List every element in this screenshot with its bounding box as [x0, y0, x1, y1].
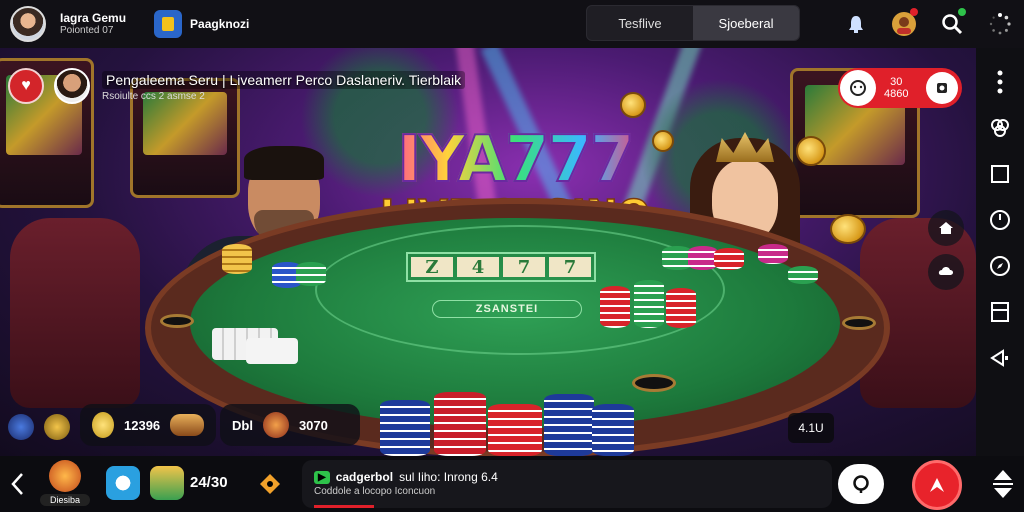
- table-slot: [632, 374, 676, 392]
- timer-icon[interactable]: [984, 204, 1016, 236]
- home-fab-icon[interactable]: [928, 210, 964, 246]
- gold-coin: [796, 136, 826, 166]
- top-bar: Iagra Gemu Poionted 07 Paagknozi Tesfliv…: [0, 0, 1024, 48]
- square-icon[interactable]: [984, 158, 1016, 190]
- felt-number-box: Z 4 7 7: [406, 252, 596, 282]
- tab-switcher: Tesflive Sjoeberal: [586, 5, 800, 41]
- top-icons: [832, 0, 1024, 48]
- bet-value: 3070: [298, 417, 328, 433]
- chip-stack: [296, 262, 326, 286]
- logo-line-1: IYA777: [380, 127, 650, 193]
- table-slot: [160, 314, 194, 328]
- bet-group[interactable]: Dbl 3070: [220, 404, 360, 446]
- chip-stack: [592, 404, 634, 456]
- chip-stack: [758, 244, 788, 264]
- clover-icon[interactable]: [984, 112, 1016, 144]
- game-icon: [49, 460, 81, 492]
- scroll-updown-icon[interactable]: [990, 468, 1016, 500]
- news-subtitle: Coddole a locopo Iconcuon: [314, 486, 436, 497]
- trophy-badge-icon[interactable]: [44, 414, 70, 440]
- page-app-icon[interactable]: [154, 10, 183, 38]
- live-stream-header: ♥ Pengaleema Seru | Liveamerr Perco Dasl…: [0, 62, 466, 110]
- chat-search-icon[interactable]: [838, 464, 884, 504]
- chip-stack: [544, 394, 594, 456]
- more-vertical-icon[interactable]: [984, 66, 1016, 98]
- casino-live-screen: Iagra Gemu Poionted 07 Paagknozi Tesfliv…: [0, 0, 1024, 512]
- tag-icon[interactable]: [256, 470, 284, 498]
- news-progress-bar: [314, 505, 374, 508]
- chip-stack: [714, 248, 744, 270]
- speaker-icon[interactable]: [984, 342, 1016, 374]
- chest-icon: [170, 414, 204, 436]
- stream-title-block: Pengaleema Seru | Liveamerr Perco Daslan…: [102, 70, 466, 102]
- felt-digit: Z: [411, 257, 453, 278]
- chip-stack: [634, 280, 664, 328]
- chair-left: [10, 218, 140, 408]
- chip-stack: [380, 400, 430, 456]
- search-icon[interactable]: [928, 0, 976, 48]
- user-name: Iagra Gemu: [60, 10, 127, 25]
- right-rail: [976, 48, 1024, 456]
- viewer-count-top: 30: [890, 75, 903, 88]
- news-title: cadgerbol: [335, 470, 394, 484]
- felt-digit: 7: [549, 257, 591, 278]
- live-tag-icon: ▶: [314, 470, 330, 484]
- user-avatar[interactable]: [10, 6, 46, 42]
- camera-icon[interactable]: [926, 72, 958, 104]
- gift-box-app-icon[interactable]: [150, 466, 184, 500]
- news-ticker[interactable]: ▶ cadgerbol sul Iiho: Inrong 6.4 Coddole…: [302, 460, 832, 508]
- game-shortcut[interactable]: Diesiba: [40, 460, 90, 506]
- user-block[interactable]: Iagra Gemu Poionted 07: [60, 11, 126, 37]
- profile-icon[interactable]: [880, 0, 928, 48]
- chip-stack: [788, 266, 818, 284]
- host-avatar[interactable]: [54, 68, 90, 104]
- news-title-row: ▶ cadgerbol sul Iiho: Inrong 6.4: [314, 470, 820, 484]
- news-title-rest: sul Iiho: Inrong 6.4: [399, 470, 498, 484]
- chip-stack: [434, 392, 486, 456]
- user-subtitle: Poionted 07: [60, 25, 114, 37]
- bottom-bar: Diesiba 24/30 ▶ cadgerbol sul Iiho: Inro…: [0, 456, 1024, 512]
- cloud-fab-icon[interactable]: [928, 254, 964, 290]
- tab-tesflive[interactable]: Tesflive: [587, 6, 693, 40]
- gold-coin: [830, 214, 866, 244]
- bet-label: Dbl: [232, 417, 253, 433]
- gold-coin: [620, 92, 646, 118]
- tab-sjoeberal[interactable]: Sjoeberal: [693, 6, 799, 40]
- chat-icon: [840, 70, 876, 106]
- balance-value: 12396: [124, 417, 161, 433]
- stream-subtitle: Rsoiulte ccs 2 asmse 2: [102, 90, 205, 102]
- chip-stack: [666, 288, 696, 328]
- bell-icon[interactable]: [832, 0, 880, 48]
- playing-card: [246, 338, 298, 364]
- gold-coin: [652, 130, 674, 152]
- table-slot: [842, 316, 876, 330]
- viewer-count-bottom: 4860: [884, 88, 909, 100]
- like-icon[interactable]: ♥: [8, 68, 44, 104]
- seat-count: 24/30: [190, 474, 228, 491]
- chip-stack: [600, 286, 630, 328]
- chip-stack: [222, 244, 252, 274]
- panel-icon[interactable]: [984, 296, 1016, 328]
- stream-title: Pengaleema Seru | Liveamerr Perco Daslan…: [102, 70, 466, 89]
- chip-stack: [488, 404, 542, 456]
- game-label: Diesiba: [40, 494, 90, 506]
- balance-group[interactable]: 12396: [80, 404, 216, 446]
- page-label: Paagknozi: [190, 17, 250, 31]
- fire-icon: [262, 412, 289, 438]
- stream-quality-label[interactable]: 4.1U: [788, 413, 834, 443]
- loading-icon[interactable]: [976, 0, 1024, 48]
- search-badge: [958, 8, 966, 16]
- level-badge-icon[interactable]: [8, 414, 34, 440]
- felt-text: ZSANSTEI: [432, 300, 582, 318]
- compass-icon[interactable]: [984, 250, 1016, 282]
- felt-digit: 7: [503, 257, 545, 278]
- coin-icon: [92, 412, 114, 438]
- profile-badge: [910, 8, 918, 16]
- viewer-count: 30 4860: [884, 76, 908, 100]
- gift-button[interactable]: [912, 460, 962, 510]
- refresh-app-icon[interactable]: [106, 466, 140, 500]
- back-chevron-icon[interactable]: [8, 470, 28, 498]
- viewer-pill[interactable]: 30 4860: [838, 68, 962, 108]
- felt-digit: 4: [457, 257, 499, 278]
